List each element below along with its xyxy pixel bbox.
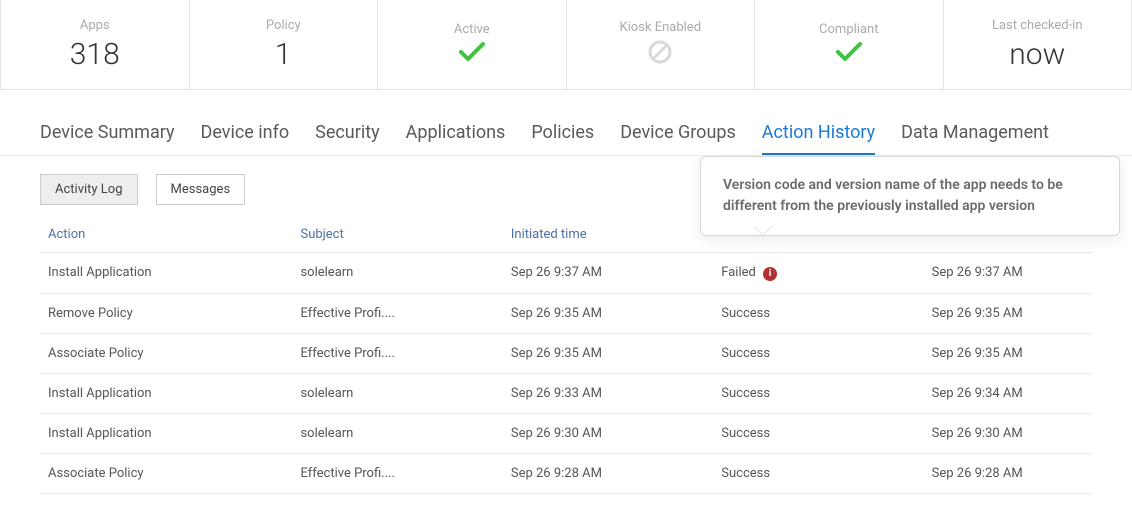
cell-subject: solelearn	[292, 413, 502, 453]
cell-checked: Sep 26 9:28 AM	[924, 453, 1092, 493]
table-row[interactable]: Remove PolicyEffective Profi....Sep 26 9…	[40, 293, 1092, 333]
table-row[interactable]: Install ApplicationsolelearnSep 26 9:37 …	[40, 253, 1092, 294]
cell-initiated: Sep 26 9:28 AM	[503, 453, 713, 493]
subtab-row: Activity Log Messages Version code and v…	[0, 156, 1132, 217]
stat-policy-label: Policy	[266, 18, 301, 33]
stat-active[interactable]: Active	[378, 0, 567, 89]
stat-active-label: Active	[454, 22, 490, 37]
cell-status: Success	[713, 453, 923, 493]
info-icon[interactable]: i	[763, 267, 777, 281]
tab-applications[interactable]: Applications	[406, 122, 506, 155]
cell-subject: Effective Profi....	[292, 293, 502, 333]
cell-action: Install Application	[40, 373, 292, 413]
cell-initiated: Sep 26 9:35 AM	[503, 293, 713, 333]
tab-device-summary[interactable]: Device Summary	[40, 122, 175, 155]
activity-log-table: Action Subject Initiated time Install Ap…	[40, 217, 1092, 494]
activity-log-table-wrap: Action Subject Initiated time Install Ap…	[0, 217, 1132, 494]
subtab-messages[interactable]: Messages	[156, 174, 246, 205]
cell-action: Remove Policy	[40, 293, 292, 333]
tab-policies[interactable]: Policies	[531, 122, 594, 155]
cell-checked: Sep 26 9:35 AM	[924, 293, 1092, 333]
cell-checked: Sep 26 9:37 AM	[924, 253, 1092, 294]
stat-last-checked-label: Last checked-in	[992, 18, 1083, 33]
error-tooltip: Version code and version name of the app…	[700, 156, 1120, 236]
table-row[interactable]: Install ApplicationsolelearnSep 26 9:30 …	[40, 413, 1092, 453]
main-tabs: Device Summary Device info Security Appl…	[0, 90, 1132, 156]
col-action[interactable]: Action	[40, 217, 292, 253]
cell-checked: Sep 26 9:30 AM	[924, 413, 1092, 453]
cell-status: Success	[713, 293, 923, 333]
tab-device-groups[interactable]: Device Groups	[620, 122, 736, 155]
stat-kiosk-label: Kiosk Enabled	[619, 20, 701, 35]
cell-status: Success	[713, 413, 923, 453]
cell-status: Success	[713, 373, 923, 413]
cell-status: Success	[713, 333, 923, 373]
cell-subject: Effective Profi....	[292, 453, 502, 493]
cell-initiated: Sep 26 9:30 AM	[503, 413, 713, 453]
stat-policy[interactable]: Policy 1	[190, 0, 379, 89]
cell-action: Install Application	[40, 413, 292, 453]
col-subject[interactable]: Subject	[292, 217, 502, 253]
cell-initiated: Sep 26 9:35 AM	[503, 333, 713, 373]
disabled-icon	[647, 39, 673, 70]
stat-apps[interactable]: Apps 318	[1, 0, 190, 89]
table-row[interactable]: Associate PolicyEffective Profi....Sep 2…	[40, 333, 1092, 373]
cell-checked: Sep 26 9:35 AM	[924, 333, 1092, 373]
cell-action: Associate Policy	[40, 453, 292, 493]
stat-compliant[interactable]: Compliant	[755, 0, 944, 89]
check-icon	[836, 41, 862, 67]
tab-device-info[interactable]: Device info	[201, 122, 290, 155]
cell-subject: solelearn	[292, 253, 502, 294]
table-row[interactable]: Associate PolicyEffective Profi....Sep 2…	[40, 453, 1092, 493]
cell-initiated: Sep 26 9:33 AM	[503, 373, 713, 413]
cell-action: Associate Policy	[40, 333, 292, 373]
cell-initiated: Sep 26 9:37 AM	[503, 253, 713, 294]
cell-subject: solelearn	[292, 373, 502, 413]
stat-kiosk[interactable]: Kiosk Enabled	[567, 0, 756, 89]
stat-apps-label: Apps	[80, 18, 110, 33]
tab-action-history[interactable]: Action History	[762, 122, 875, 155]
cell-checked: Sep 26 9:34 AM	[924, 373, 1092, 413]
stat-apps-value: 318	[70, 37, 120, 72]
cell-subject: Effective Profi....	[292, 333, 502, 373]
table-row[interactable]: Install ApplicationsolelearnSep 26 9:33 …	[40, 373, 1092, 413]
check-icon	[459, 41, 485, 67]
stat-last-checked-value: now	[1009, 37, 1065, 72]
error-tooltip-text: Version code and version name of the app…	[723, 177, 1063, 214]
tab-data-management[interactable]: Data Management	[901, 122, 1049, 155]
tab-security[interactable]: Security	[315, 122, 379, 155]
cell-status: Failed i	[713, 253, 923, 294]
stat-compliant-label: Compliant	[819, 22, 878, 37]
subtab-activity-log[interactable]: Activity Log	[40, 174, 138, 205]
stat-last-checked[interactable]: Last checked-in now	[944, 0, 1132, 89]
col-initiated[interactable]: Initiated time	[503, 217, 713, 253]
stat-policy-value: 1	[275, 37, 292, 72]
stats-bar: Apps 318 Policy 1 Active Kiosk Enabled C…	[0, 0, 1132, 90]
cell-action: Install Application	[40, 253, 292, 294]
